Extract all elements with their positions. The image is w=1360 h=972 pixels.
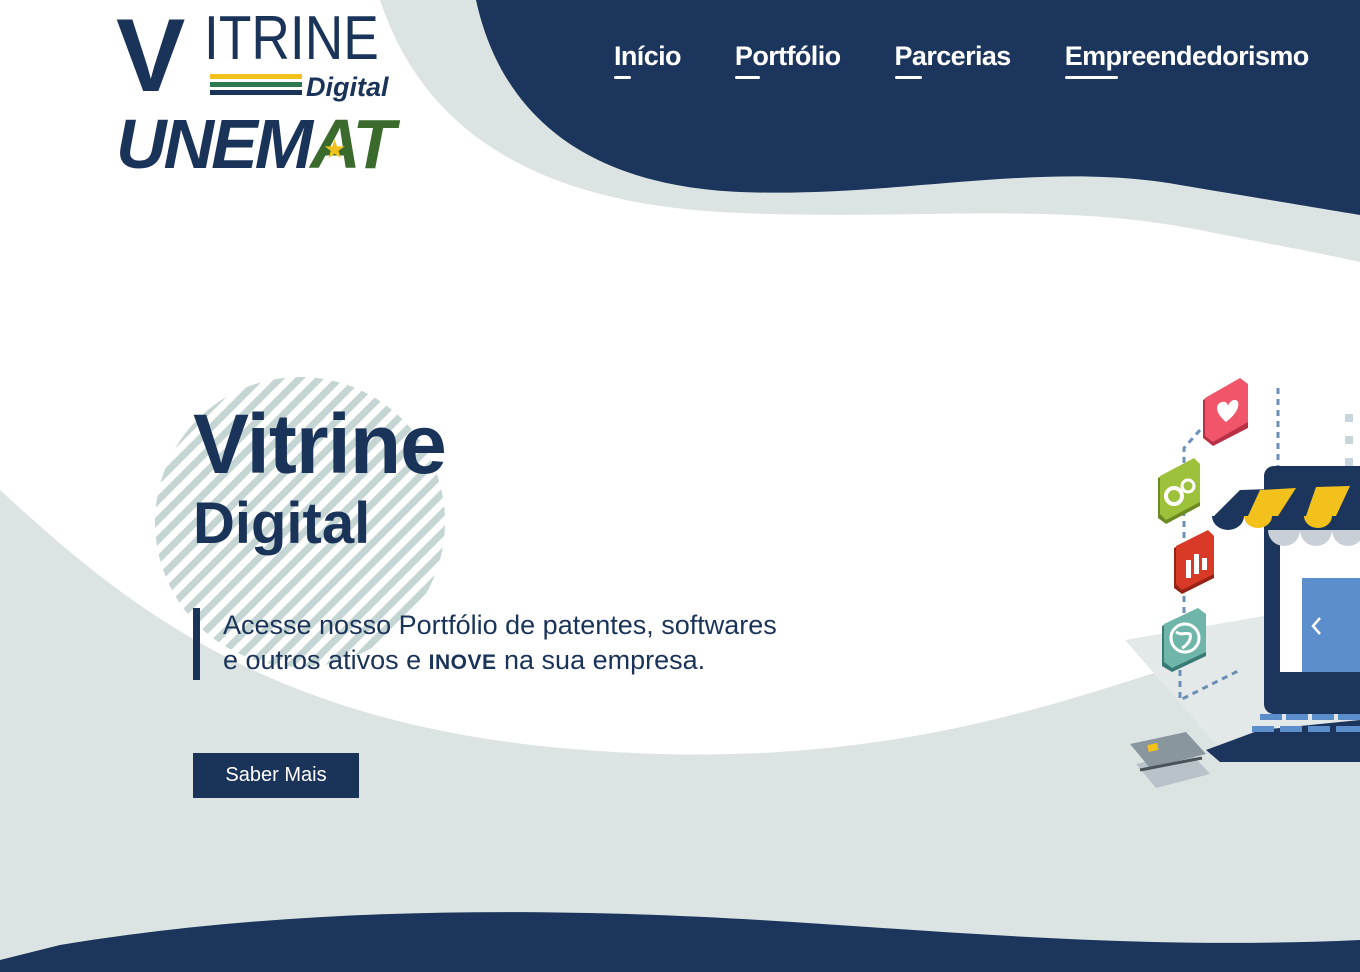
nav-item-portfolio[interactable]: Portfólio (734, 36, 841, 79)
credit-card-icon (1130, 732, 1210, 788)
gears-icon (1158, 458, 1200, 524)
vitrine-unemat-logo[interactable]: V ITRINE Digital UNEMAT ★ (116, 4, 406, 183)
heart-icon (1203, 378, 1248, 446)
logo-unemat-part1: UNEM (116, 105, 313, 183)
hero-description: Acesse nosso Portfólio de patentes, soft… (193, 608, 793, 680)
decor-dots (1345, 414, 1353, 466)
nav-underline (894, 76, 922, 79)
logo-stripes (210, 74, 302, 98)
logo-word-unemat: UNEMAT (116, 105, 395, 183)
main-navigation: Início Portfólio Parcerias Empreendedori… (614, 36, 1310, 79)
star-icon: ★ (323, 134, 347, 164)
saber-mais-button[interactable]: Saber Mais (193, 753, 359, 798)
nav-item-empreendedorismo[interactable]: Empreendedorismo (1064, 36, 1310, 79)
nav-item-label: Empreendedorismo (1064, 41, 1310, 71)
logo-word-itrine: ITRINE (204, 4, 379, 73)
nav-underline (1064, 76, 1118, 79)
online-store-illustration (1125, 378, 1360, 788)
hero-title: Vitrine (193, 397, 447, 491)
logo-letter-v: V (116, 0, 185, 114)
hero-subtitle: Digital (193, 491, 371, 556)
logo-word-digital: Digital (306, 72, 389, 102)
hero-heading: Vitrine Digital (193, 397, 447, 556)
bar-chart-icon (1174, 530, 1214, 594)
nav-underline (734, 76, 760, 79)
nav-underline (614, 76, 631, 79)
description-text-part2: na sua empresa. (504, 645, 706, 675)
nav-item-label: Portfólio (734, 41, 841, 71)
nav-item-label: Parcerias (894, 41, 1012, 71)
nav-item-inicio[interactable]: Início (614, 36, 682, 79)
description-highlight: INOVE (428, 651, 497, 674)
nav-item-label: Início (614, 41, 682, 71)
nav-item-parcerias[interactable]: Parcerias (894, 36, 1012, 79)
